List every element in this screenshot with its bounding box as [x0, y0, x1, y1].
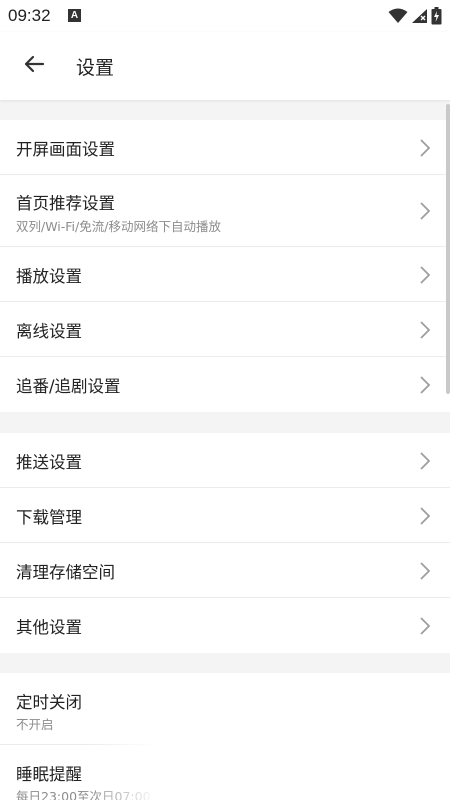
wifi-icon	[385, 8, 408, 24]
setting-row-clear-storage[interactable]: 清理存储空间	[0, 543, 450, 598]
row-title: 定时关闭	[16, 693, 82, 712]
status-icons	[385, 4, 442, 28]
setting-row-push[interactable]: 推送设置	[0, 433, 450, 488]
settings-section-general: 开屏画面设置 首页推荐设置 双列/Wi-Fi/免流/移动网络下自动播放 播放设置…	[0, 120, 450, 412]
battery-icon	[428, 7, 442, 25]
chevron-right-icon	[420, 202, 431, 220]
chevron-right-icon	[420, 452, 431, 470]
row-title: 播放设置	[16, 267, 82, 286]
setting-row-sleep-reminder[interactable]: 睡眠提醒 每日23:00至次日07:00	[0, 745, 450, 800]
row-title: 首页推荐设置	[16, 194, 115, 213]
row-title: 开屏画面设置	[16, 140, 115, 159]
chevron-right-icon	[420, 376, 431, 394]
row-title: 睡眠提醒	[16, 765, 82, 784]
row-subtitle: 每日23:00至次日07:00	[16, 789, 151, 800]
page-title: 设置	[76, 57, 115, 79]
row-title: 离线设置	[16, 322, 82, 341]
setting-row-offline[interactable]: 离线设置	[0, 302, 450, 357]
chevron-right-icon	[420, 266, 431, 284]
row-title: 下载管理	[16, 508, 82, 527]
row-title: 推送设置	[16, 453, 82, 472]
setting-row-home-recommend[interactable]: 首页推荐设置 双列/Wi-Fi/免流/移动网络下自动播放	[0, 175, 450, 247]
setting-row-other[interactable]: 其他设置	[0, 598, 450, 653]
row-subtitle: 不开启	[16, 717, 54, 732]
chevron-right-icon	[420, 507, 431, 525]
notification-icon: A	[68, 9, 81, 22]
settings-section-storage: 推送设置 下载管理 清理存储空间 其他设置	[0, 433, 450, 653]
setting-row-follow-series[interactable]: 追番/追剧设置	[0, 357, 450, 412]
row-title: 其他设置	[16, 618, 82, 637]
status-bar: 09:32 A	[0, 0, 450, 32]
setting-row-download-manager[interactable]: 下载管理	[0, 488, 450, 543]
arrow-left-icon	[22, 52, 46, 80]
chevron-right-icon	[420, 321, 431, 339]
toolbar: 设置	[0, 32, 450, 100]
chevron-right-icon	[420, 139, 431, 157]
chevron-right-icon	[420, 617, 431, 635]
scrollbar[interactable]	[446, 104, 450, 394]
setting-row-splash-screen[interactable]: 开屏画面设置	[0, 120, 450, 175]
row-subtitle: 双列/Wi-Fi/免流/移动网络下自动播放	[16, 219, 221, 234]
signal-icon	[408, 8, 428, 24]
setting-row-playback[interactable]: 播放设置	[0, 247, 450, 302]
settings-section-timer: 定时关闭 不开启 睡眠提醒 每日23:00至次日07:00	[0, 673, 450, 800]
chevron-right-icon	[420, 562, 431, 580]
row-title: 追番/追剧设置	[16, 377, 121, 396]
setting-row-sleep-timer[interactable]: 定时关闭 不开启	[0, 673, 450, 745]
back-button[interactable]	[16, 49, 52, 83]
status-time: 09:32	[8, 6, 51, 25]
row-title: 清理存储空间	[16, 563, 115, 582]
